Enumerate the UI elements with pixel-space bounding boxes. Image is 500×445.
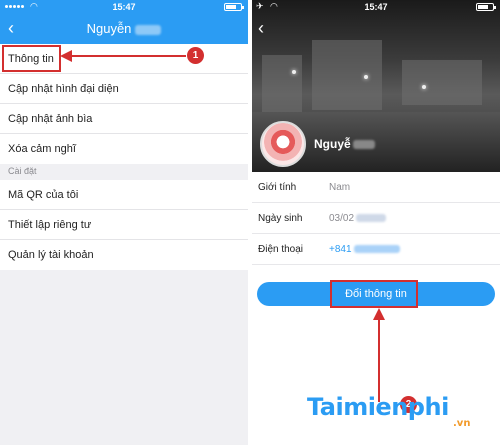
settings-section-label: Cài đặt [8,166,37,176]
info-label: Giới tính [258,182,297,193]
highlight-box-edit-info [330,280,418,308]
settings-menu: Mã QR của tôi Thiết lập riêng tư Quản lý… [0,180,248,270]
nav-bar: ‹ Nguyễn [0,14,248,44]
cover-light [364,75,368,79]
avatar[interactable] [260,121,306,167]
annotation-arrow-left [60,50,186,62]
status-time: 15:47 [364,2,388,12]
status-time: 15:47 [112,2,136,12]
highlight-box-thong-tin [2,45,61,72]
page-title: Nguyễn [0,21,248,36]
profile-name: Nguyễ [314,137,375,151]
battery-icon [476,3,496,11]
annotation-arrow-up [373,308,385,402]
step-badge-1: 1 [187,47,204,64]
menu-item-cap-nhat-anh-bia[interactable]: Cập nhật ảnh bìa [0,104,248,134]
cover-building [402,60,482,105]
status-bar: ✈ ◠ 15:47 [252,0,500,14]
info-row-gender: Giới tính Nam [252,172,500,203]
info-value: Nam [329,182,351,193]
info-value: 03/02 [329,213,387,224]
menu-item-ma-qr[interactable]: Mã QR của tôi [0,180,248,210]
watermark-logo: Taimienphi .vn [307,393,471,429]
redacted-name [135,24,162,35]
status-bar: ◠ 15:47 [0,0,248,14]
redacted-value [353,245,400,254]
profile-info-list: Giới tính Nam Ngày sinh 03/02 Điện thoại… [252,172,500,265]
cover-building [312,40,382,110]
info-label: Ngày sinh [258,213,303,224]
redacted-name [352,140,375,150]
info-row-birthday: Ngày sinh 03/02 [252,203,500,234]
cover-light [422,85,426,89]
menu-item-cap-nhat-hinh-dai-dien[interactable]: Cập nhật hình đại diện [0,74,248,104]
battery-icon [224,3,244,11]
cover-building [262,55,302,115]
right-screen-profile-info: ✈ ◠ 15:47 ‹ Nguyễ Giới tính Nam Ngày sin… [252,0,500,445]
menu-item-xoa-cam-nghi[interactable]: Xóa cảm nghĩ [0,134,248,164]
info-value: +841 [329,244,400,255]
cover-light [292,70,296,74]
menu-item-quan-ly-tai-khoan[interactable]: Quản lý tài khoản [0,240,248,270]
menu-item-thiet-lap-rieng-tu[interactable]: Thiết lập riêng tư [0,210,248,240]
info-label: Điện thoại [258,244,304,255]
chevron-left-icon[interactable]: ‹ [258,18,264,39]
redacted-value [356,214,387,223]
left-screen-profile-menu: ◠ 15:47 ‹ Nguyễn Thông tin Cập nhật hình… [0,0,248,445]
info-row-phone: Điện thoại +841 [252,234,500,265]
